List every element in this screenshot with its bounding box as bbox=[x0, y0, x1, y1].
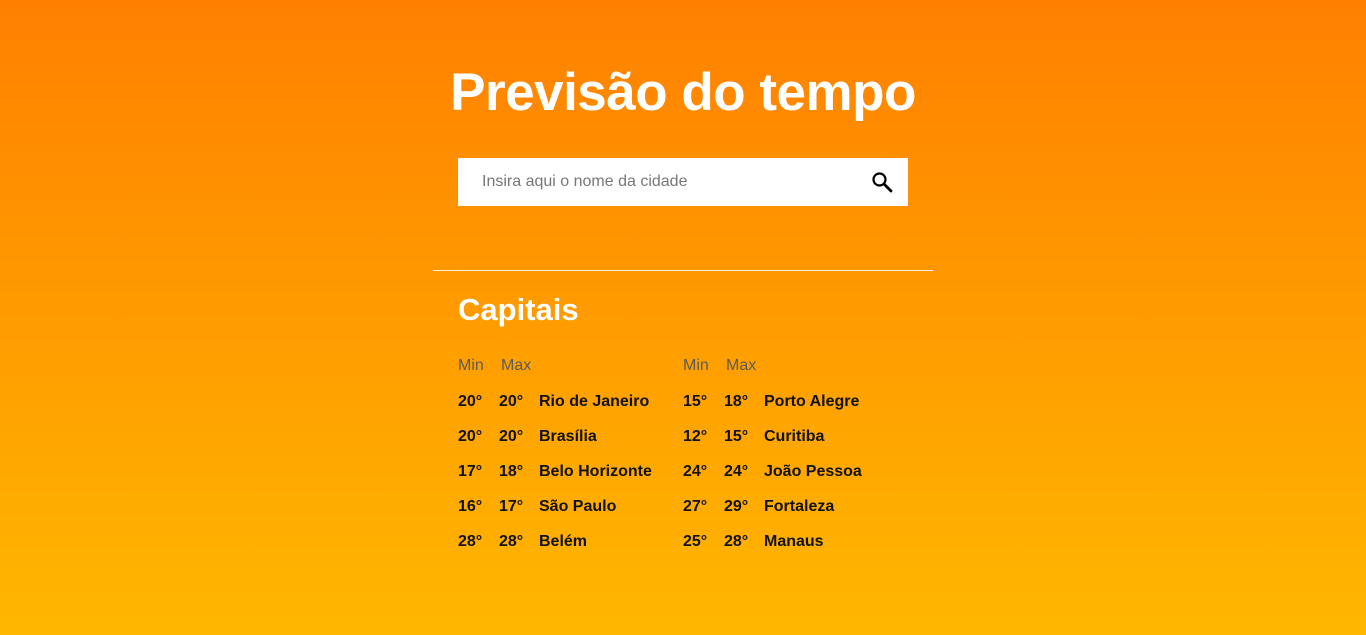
city-name: Rio de Janeiro bbox=[539, 393, 650, 410]
search-box bbox=[458, 158, 908, 206]
min-temp: 25° bbox=[683, 533, 708, 550]
max-temp: 20° bbox=[499, 393, 524, 410]
page-title: Previsão do tempo bbox=[450, 63, 916, 122]
city-row: 20° 20° Rio de Janeiro bbox=[458, 390, 683, 425]
min-temp: 17° bbox=[458, 463, 483, 480]
min-temp: 15° bbox=[683, 393, 708, 410]
city-name: Fortaleza bbox=[764, 498, 835, 515]
min-temp: 27° bbox=[683, 498, 708, 515]
city-row: 25° 28° Manaus bbox=[683, 530, 908, 565]
max-temp: 28° bbox=[724, 533, 749, 550]
city-name: Manaus bbox=[764, 533, 824, 550]
capitals-column-left: Min Max 20° 20° Rio de Janeiro 20° 20° B… bbox=[458, 355, 683, 565]
min-temp: 16° bbox=[458, 498, 483, 515]
max-temp: 24° bbox=[724, 463, 749, 480]
max-temp: 29° bbox=[724, 498, 749, 515]
city-row: 15° 18° Porto Alegre bbox=[683, 390, 908, 425]
city-name: João Pessoa bbox=[764, 463, 862, 480]
max-temp: 20° bbox=[499, 428, 524, 445]
city-row: 28° 28° Belém bbox=[458, 530, 683, 565]
min-temp: 12° bbox=[683, 428, 708, 445]
city-row: 27° 29° Fortaleza bbox=[683, 495, 908, 530]
city-name: Brasília bbox=[539, 428, 597, 445]
capitals-column-right: Min Max 15° 18° Porto Alegre 12° 15° Cur… bbox=[683, 355, 908, 565]
city-row: 12° 15° Curitiba bbox=[683, 425, 908, 460]
min-temp: 20° bbox=[458, 428, 483, 445]
search-button[interactable] bbox=[870, 170, 894, 194]
max-temp: 28° bbox=[499, 533, 524, 550]
min-label: Min bbox=[458, 357, 484, 374]
min-temp: 24° bbox=[683, 463, 708, 480]
min-temp: 28° bbox=[458, 533, 483, 550]
max-label: Max bbox=[501, 357, 532, 374]
column-header: Min Max bbox=[683, 355, 908, 377]
search-input[interactable] bbox=[458, 158, 858, 206]
city-name: São Paulo bbox=[539, 498, 617, 515]
max-temp: 17° bbox=[499, 498, 524, 515]
city-name: Curitiba bbox=[764, 428, 825, 445]
min-temp: 20° bbox=[458, 393, 483, 410]
max-temp: 18° bbox=[724, 393, 749, 410]
city-row: 16° 17° São Paulo bbox=[458, 495, 683, 530]
city-name: Belo Horizonte bbox=[539, 463, 652, 480]
max-temp: 18° bbox=[499, 463, 524, 480]
min-label: Min bbox=[683, 357, 709, 374]
city-name: Porto Alegre bbox=[764, 393, 860, 410]
capitals-title: Capitais bbox=[458, 292, 579, 327]
city-row: 17° 18° Belo Horizonte bbox=[458, 460, 683, 495]
max-label: Max bbox=[726, 357, 757, 374]
search-icon bbox=[872, 172, 893, 193]
section-divider bbox=[433, 270, 933, 271]
city-row: 20° 20° Brasília bbox=[458, 425, 683, 460]
column-header: Min Max bbox=[458, 355, 683, 377]
max-temp: 15° bbox=[724, 428, 749, 445]
city-row: 24° 24° João Pessoa bbox=[683, 460, 908, 495]
city-name: Belém bbox=[539, 533, 588, 550]
